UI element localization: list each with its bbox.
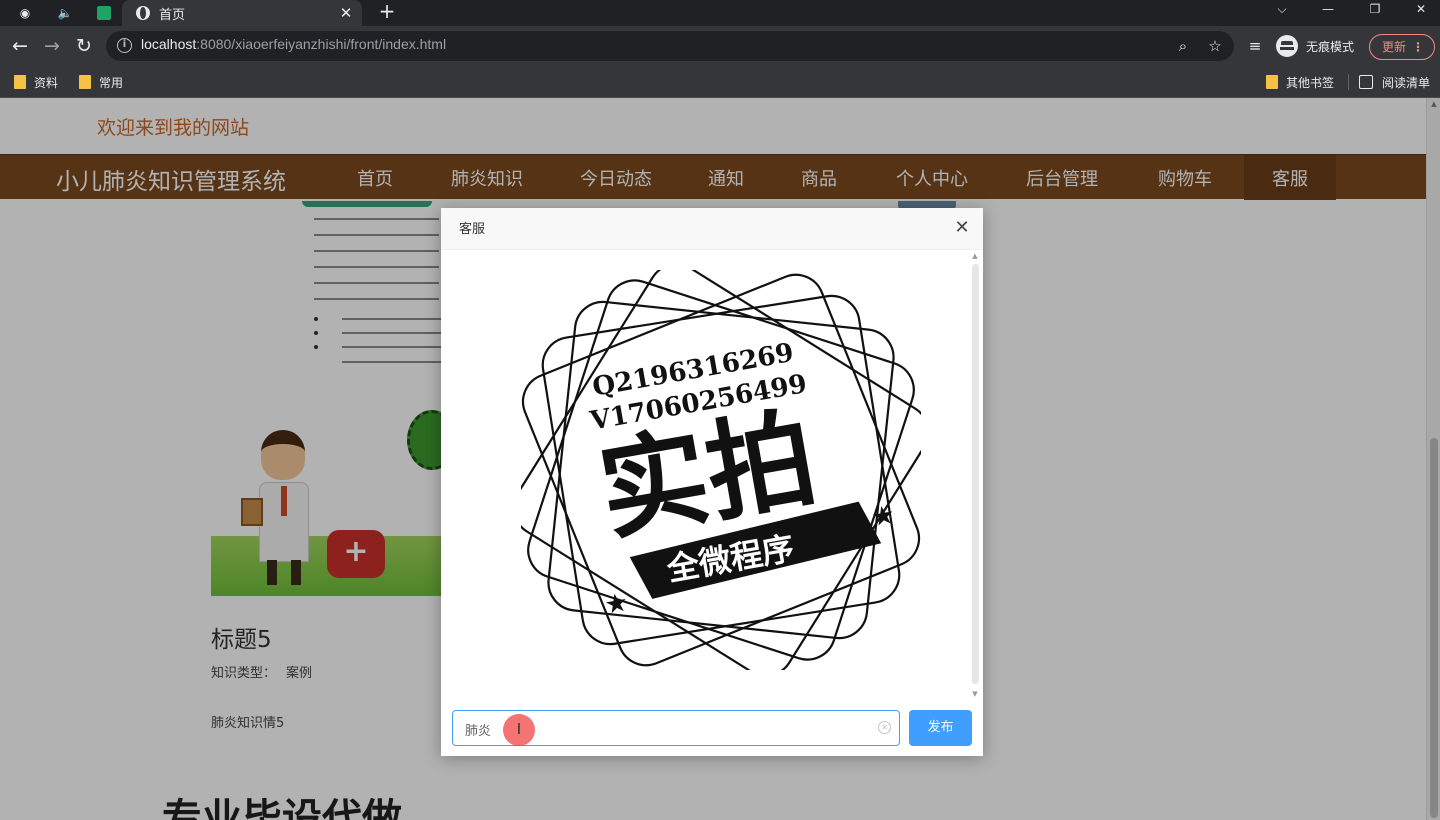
dialog-title: 客服 <box>459 222 486 237</box>
forward-button[interactable]: → <box>40 34 64 58</box>
globe-icon <box>136 6 150 20</box>
browser-tabstrip: ◉ 🔈 首页 ✕ + ⌵ — ❐ ✕ <box>0 0 1440 26</box>
bookmarks-bar: 资料 常用 其他书签 阅读清单 <box>0 66 1440 98</box>
restore-button[interactable]: ❐ <box>1360 0 1390 20</box>
incognito-icon <box>1276 35 1298 57</box>
chat-scroll-thumb[interactable] <box>972 264 979 684</box>
message-input-row: 肺炎 ✕ I 发布 <box>441 702 983 756</box>
dialog-header: 客服 ✕ <box>441 208 983 250</box>
customer-service-dialog: 客服 ✕ Q2196316269 V17060256499 实拍 全微程序 ★ … <box>441 208 983 756</box>
address-bar[interactable]: i localhost:8080/xiaoerfeiyanzhishi/fron… <box>106 31 1234 61</box>
folder-icon <box>1266 75 1278 89</box>
browser-toolbar: ← → ↻ i localhost:8080/xiaoerfeiyanzhish… <box>0 26 1440 66</box>
chat-scroll-up[interactable]: ▲ <box>970 252 980 260</box>
speaker-icon[interactable]: 🔈 <box>52 2 78 24</box>
bookmarks-divider <box>1348 74 1349 90</box>
page-viewport: 欢迎来到我的网站 小儿肺炎知识管理系统 首页 肺炎知识 今日动态 通知 商品 个… <box>0 98 1440 820</box>
folder-icon <box>14 75 26 89</box>
reload-button[interactable]: ↻ <box>72 34 96 58</box>
reading-list-icon <box>1359 75 1373 89</box>
tab-close-icon[interactable]: ✕ <box>338 4 354 22</box>
bookmark-star-icon[interactable]: ☆ <box>1205 36 1225 56</box>
bookmark-folder-1[interactable]: 常用 <box>79 73 123 91</box>
svg-text:★: ★ <box>869 500 897 534</box>
site-info-icon[interactable]: i <box>117 38 132 53</box>
tab-title: 首页 <box>159 7 186 23</box>
chat-message-area[interactable]: Q2196316269 V17060256499 实拍 全微程序 ★ ★ ▲ ▼ <box>441 250 983 702</box>
bookmark-folder-0[interactable]: 资料 <box>14 73 58 91</box>
mouse-cursor-icon: I <box>503 714 535 746</box>
globe-tab-icon[interactable]: ◉ <box>12 2 38 24</box>
chat-scrollbar[interactable]: ▲ ▼ <box>970 252 980 698</box>
tab-search-icon[interactable]: ⌵ <box>1267 0 1297 20</box>
reading-mode-icon[interactable]: ≡ <box>1244 35 1266 57</box>
minimize-button[interactable]: — <box>1313 0 1343 20</box>
chat-scroll-down[interactable]: ▼ <box>970 690 980 698</box>
new-tab-button[interactable]: + <box>376 0 398 24</box>
close-icon[interactable]: ✕ <box>953 218 971 238</box>
sheets-tab-icon[interactable] <box>91 2 117 24</box>
menu-dots-icon: ⋮ <box>1412 40 1424 54</box>
watermark-stamp-image: Q2196316269 V17060256499 实拍 全微程序 ★ ★ <box>521 270 921 670</box>
folder-icon <box>79 75 91 89</box>
other-bookmarks[interactable]: 其他书签 <box>1266 73 1334 91</box>
url-text[interactable]: localhost:8080/xiaoerfeiyanzhishi/front/… <box>141 36 446 52</box>
reading-list[interactable]: 阅读清单 <box>1359 73 1430 91</box>
send-button[interactable]: 发布 <box>909 710 972 746</box>
browser-tab-active[interactable]: 首页 ✕ <box>122 0 362 26</box>
incognito-indicator[interactable]: 无痕模式 <box>1276 33 1354 59</box>
close-window-button[interactable]: ✕ <box>1406 0 1436 20</box>
clear-input-icon[interactable]: ✕ <box>878 721 891 734</box>
zoom-icon[interactable]: ⌕ <box>1173 36 1193 56</box>
update-button[interactable]: 更新 ⋮ <box>1369 34 1435 60</box>
back-button[interactable]: ← <box>8 34 32 58</box>
